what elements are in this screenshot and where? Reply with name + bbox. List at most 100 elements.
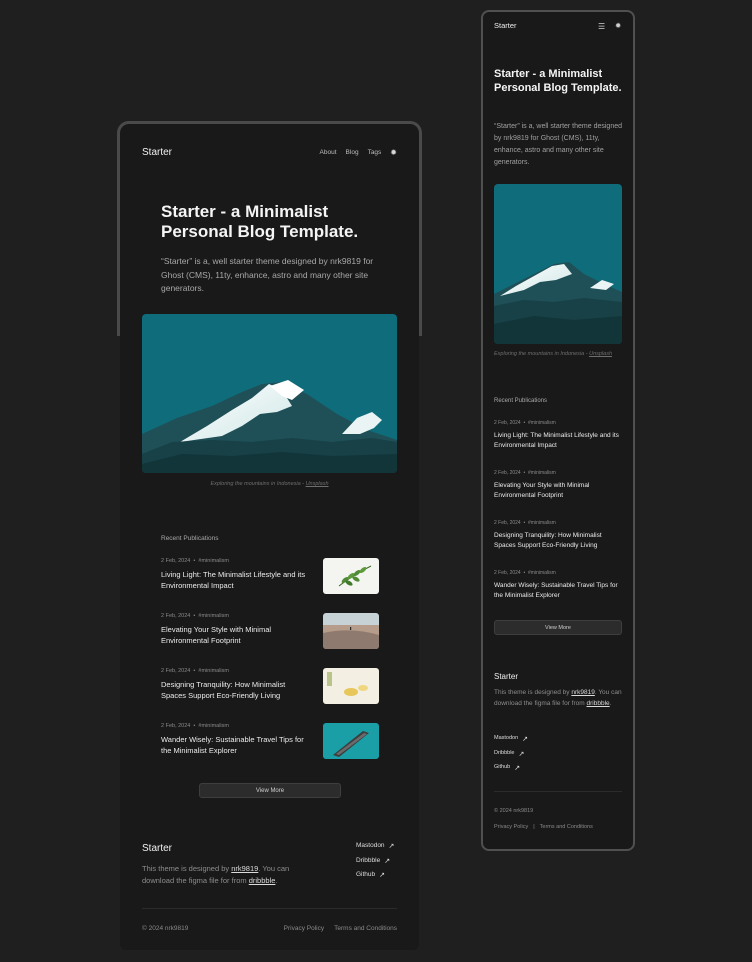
post-date: 2 Feb, 2024 — [494, 420, 521, 426]
post-tag[interactable]: #minimalism — [198, 668, 229, 674]
footer-description: This theme is designed by nrk9819. You c… — [142, 863, 317, 887]
arrow-up-right-icon: ↗ — [518, 750, 525, 758]
recent-heading: Recent Publications — [494, 398, 548, 404]
social-label: Dribbble — [494, 749, 515, 756]
footer-desc-text: This theme is designed by — [142, 864, 232, 873]
post-date: 2 Feb, 2024 — [494, 470, 521, 476]
arrow-up-right-icon: ↗ — [379, 872, 386, 879]
list-item[interactable]: 2 Feb, 2024 • #minimalism Wander Wisely:… — [161, 723, 379, 778]
footer-description: This theme is designed by nrk9819. You c… — [494, 687, 624, 709]
mobile-mockup: Starter ☰ ✹ Starter - a Minimalist Perso… — [481, 10, 635, 851]
social-links: Mastodon ↗ Dribbble ↗ Github ↗ — [494, 735, 528, 779]
view-more-button[interactable]: View More — [199, 783, 341, 798]
social-dribbble[interactable]: Dribbble ↗ — [356, 857, 394, 872]
post-title[interactable]: Living Light: The Minimalist Lifestyle a… — [494, 431, 624, 451]
post-tag[interactable]: #minimalism — [528, 420, 556, 426]
post-title[interactable]: Designing Tranquility: How Minimalist Sp… — [161, 679, 311, 701]
post-thumbnail-interior[interactable] — [323, 668, 379, 704]
privacy-policy-link[interactable]: Privacy Policy — [284, 925, 324, 932]
privacy-policy-link[interactable]: Privacy Policy — [494, 824, 528, 830]
arrow-up-right-icon: ↗ — [388, 843, 395, 850]
meta-separator: • — [193, 558, 196, 564]
post-title[interactable]: Wander Wisely: Sustainable Travel Tips f… — [494, 581, 624, 601]
post-list: 2 Feb, 2024 • #minimalism Living Light: … — [161, 558, 379, 778]
post-date: 2 Feb, 2024 — [161, 723, 191, 729]
post-title[interactable]: Living Light: The Minimalist Lifestyle a… — [161, 569, 311, 591]
arrow-up-right-icon: ↗ — [514, 765, 521, 772]
social-links: Mastodon ↗ Dribbble ↗ Github ↗ — [356, 842, 394, 886]
cover-caption: Exploring the mountains in Indonesia - U… — [494, 351, 612, 357]
post-thumbnail-leaf[interactable] — [323, 558, 379, 594]
list-item[interactable]: 2 Feb, 2024 • #minimalism Living Light: … — [494, 420, 624, 470]
list-item[interactable]: 2 Feb, 2024 • #minimalism Wander Wisely:… — [494, 570, 624, 620]
footer-brand: Starter — [142, 843, 173, 854]
recent-heading: Recent Publications — [161, 535, 219, 542]
hamburger-menu-icon[interactable]: ☰ — [598, 22, 605, 31]
post-date: 2 Feb, 2024 — [161, 558, 191, 564]
arrow-up-right-icon: ↗ — [522, 736, 529, 743]
list-item[interactable]: 2 Feb, 2024 • #minimalism Elevating Your… — [494, 470, 624, 520]
social-dribbble[interactable]: Dribbble ↗ — [494, 750, 528, 765]
meta-separator: • — [523, 520, 526, 526]
list-item[interactable]: 2 Feb, 2024 • #minimalism Living Light: … — [161, 558, 379, 613]
post-tag[interactable]: #minimalism — [528, 470, 556, 476]
post-title[interactable]: Designing Tranquility: How Minimalist Sp… — [494, 531, 624, 551]
view-more-button[interactable]: View More — [494, 620, 622, 635]
terms-link[interactable]: Terms and Conditions — [540, 824, 593, 830]
post-meta: 2 Feb, 2024 • #minimalism — [494, 470, 624, 476]
terms-link[interactable]: Terms and Conditions — [334, 925, 397, 932]
meta-separator: • — [193, 723, 196, 729]
hero-title: Starter - a Minimalist Personal Blog Tem… — [494, 68, 622, 94]
social-label: Mastodon — [494, 735, 519, 741]
social-label: Github — [494, 764, 511, 770]
dribbble-link[interactable]: dribbble — [587, 700, 610, 707]
post-tag[interactable]: #minimalism — [198, 723, 229, 729]
post-title[interactable]: Elevating Your Style with Minimal Enviro… — [494, 481, 624, 501]
post-thumbnail-boat[interactable] — [323, 723, 379, 759]
cover-image — [494, 184, 622, 344]
mountain-illustration — [494, 184, 622, 344]
author-link[interactable]: nrk9819 — [571, 689, 595, 696]
copyright: © 2024 nrk9819 — [494, 808, 534, 814]
cover-caption: Exploring the mountains in Indonesia - U… — [120, 481, 419, 487]
post-tag[interactable]: #minimalism — [198, 613, 229, 619]
post-date: 2 Feb, 2024 — [494, 570, 521, 576]
post-date: 2 Feb, 2024 — [161, 668, 191, 674]
post-date: 2 Feb, 2024 — [161, 613, 191, 619]
unsplash-link[interactable]: Unsplash — [589, 351, 612, 357]
social-github[interactable]: Github ↗ — [494, 764, 528, 779]
legal-links: Privacy Policy Terms and Conditions — [284, 925, 397, 932]
social-label: Mastodon — [356, 842, 385, 849]
social-mastodon[interactable]: Mastodon ↗ — [494, 735, 528, 750]
author-link[interactable]: nrk9819 — [231, 864, 258, 873]
arrow-up-right-icon: ↗ — [384, 857, 391, 865]
unsplash-link[interactable]: Unsplash — [306, 481, 329, 487]
post-title[interactable]: Elevating Your Style with Minimal Enviro… — [161, 624, 311, 646]
list-item[interactable]: 2 Feb, 2024 • #minimalism Elevating Your… — [161, 613, 379, 668]
post-list: 2 Feb, 2024 • #minimalism Living Light: … — [494, 420, 624, 620]
post-tag[interactable]: #minimalism — [528, 570, 556, 576]
post-title[interactable]: Wander Wisely: Sustainable Travel Tips f… — [161, 734, 311, 756]
post-tag[interactable]: #minimalism — [198, 558, 229, 564]
social-mastodon[interactable]: Mastodon ↗ — [356, 842, 394, 857]
post-thumbnail-desert[interactable] — [323, 613, 379, 649]
legal-separator: | — [533, 824, 535, 830]
footer-divider — [494, 791, 622, 792]
post-tag[interactable]: #minimalism — [528, 520, 556, 526]
mountain-illustration — [142, 314, 397, 473]
social-label: Dribbble — [356, 856, 381, 864]
post-date: 2 Feb, 2024 — [494, 520, 521, 526]
post-meta: 2 Feb, 2024 • #minimalism — [494, 520, 624, 526]
sun-icon[interactable]: ✹ — [615, 21, 621, 30]
footer-desc-text: This theme is designed by — [494, 689, 572, 696]
legal-links: Privacy Policy | Terms and Conditions — [494, 824, 593, 830]
list-item[interactable]: 2 Feb, 2024 • #minimalism Designing Tran… — [161, 668, 379, 723]
meta-separator: • — [523, 570, 526, 576]
footer-desc-text: . — [275, 876, 278, 885]
social-github[interactable]: Github ↗ — [356, 871, 394, 886]
dribbble-link[interactable]: dribbble — [249, 876, 276, 885]
list-item[interactable]: 2 Feb, 2024 • #minimalism Designing Tran… — [494, 520, 624, 570]
brand-logo[interactable]: Starter — [494, 21, 517, 30]
meta-separator: • — [523, 420, 526, 426]
footer-divider — [142, 908, 397, 909]
